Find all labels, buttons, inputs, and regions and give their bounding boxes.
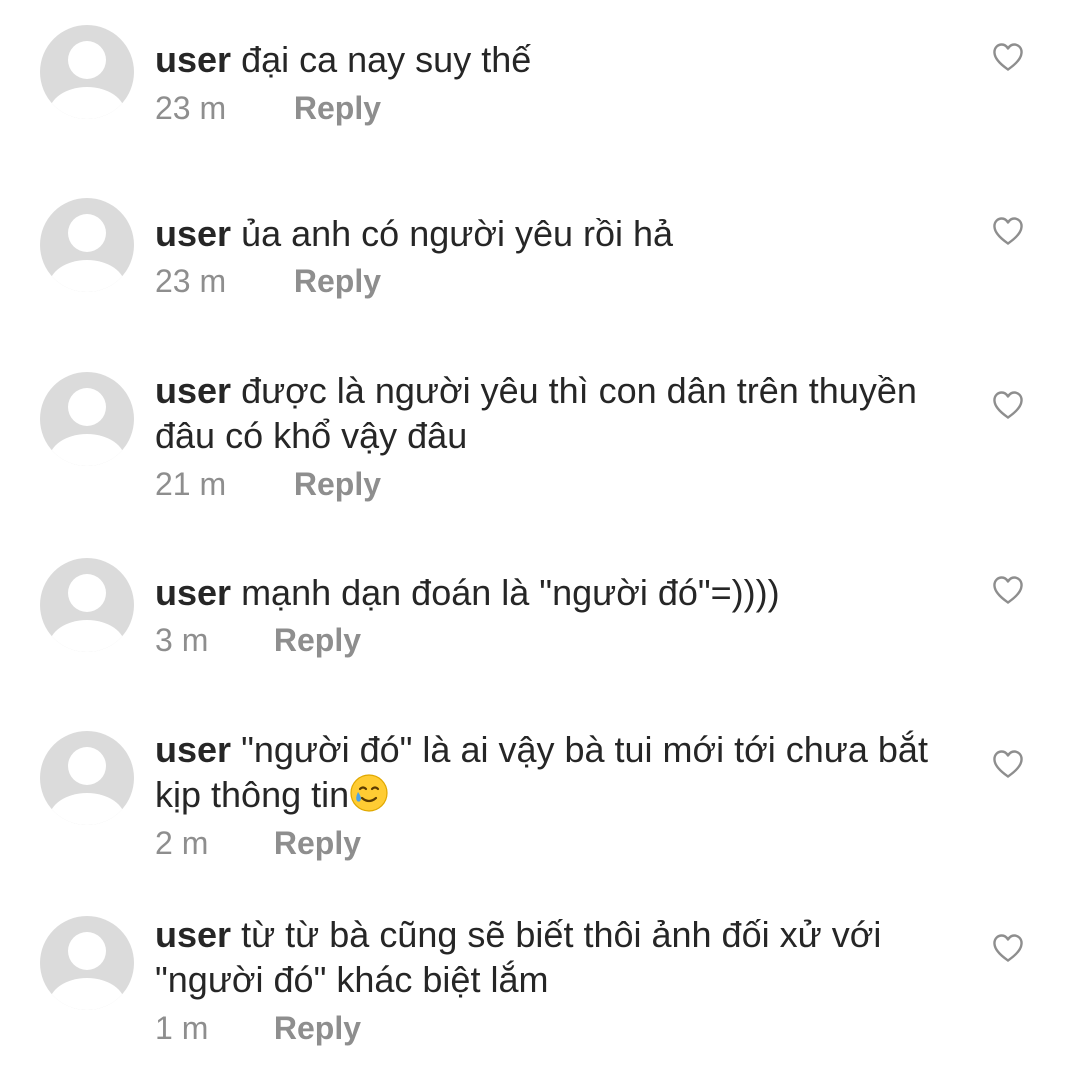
comment-meta: 1 m Reply bbox=[155, 1008, 361, 1048]
comment-username[interactable]: user bbox=[155, 39, 231, 80]
comment-meta: 3 m Reply bbox=[155, 620, 361, 660]
avatar[interactable] bbox=[40, 916, 134, 1010]
reply-button[interactable]: Reply bbox=[274, 620, 361, 660]
comment-meta: 23 m Reply bbox=[155, 88, 381, 128]
avatar[interactable] bbox=[40, 731, 134, 825]
like-heart-icon[interactable] bbox=[992, 575, 1024, 605]
comment-text: ủa anh có người yêu rồi hả bbox=[241, 213, 674, 254]
comment-timestamp: 3 m bbox=[155, 622, 209, 658]
avatar[interactable] bbox=[40, 198, 134, 292]
like-heart-icon[interactable] bbox=[992, 933, 1024, 963]
comment-timestamp: 23 m bbox=[155, 263, 227, 299]
comment-body: user ủa anh có người yêu rồi hả bbox=[155, 211, 945, 256]
comment-meta: 23 m Reply bbox=[155, 261, 381, 301]
comment-body: user mạnh dạn đoán là "người đó"=)))) bbox=[155, 570, 945, 615]
comment-text: mạnh dạn đoán là "người đó"=)))) bbox=[241, 572, 780, 613]
comment-username[interactable]: user bbox=[155, 213, 231, 254]
comment-meta: 2 m Reply bbox=[155, 823, 361, 863]
comment-username[interactable]: user bbox=[155, 572, 231, 613]
like-heart-icon[interactable] bbox=[992, 42, 1024, 72]
avatar[interactable] bbox=[40, 372, 134, 466]
reply-button[interactable]: Reply bbox=[294, 88, 381, 128]
comment-username[interactable]: user bbox=[155, 914, 231, 955]
reply-button[interactable]: Reply bbox=[294, 464, 381, 504]
comment-text: đại ca nay suy thế bbox=[241, 39, 532, 80]
smiling-face-with-tear-icon bbox=[349, 773, 389, 813]
like-heart-icon[interactable] bbox=[992, 390, 1024, 420]
comment-body: user từ từ bà cũng sẽ biết thôi ảnh đối … bbox=[155, 912, 945, 1002]
like-heart-icon[interactable] bbox=[992, 749, 1024, 779]
like-heart-icon[interactable] bbox=[992, 216, 1024, 246]
comment-text: "người đó" là ai vậy bà tui mới tới chưa… bbox=[155, 729, 928, 815]
reply-button[interactable]: Reply bbox=[274, 823, 361, 863]
avatar[interactable] bbox=[40, 558, 134, 652]
comment-text: được là người yêu thì con dân trên thuyề… bbox=[155, 370, 917, 456]
comment-meta: 21 m Reply bbox=[155, 464, 381, 504]
comment-body: user đại ca nay suy thế bbox=[155, 37, 945, 82]
comment-body: user được là người yêu thì con dân trên … bbox=[155, 368, 945, 458]
comment-timestamp: 2 m bbox=[155, 825, 209, 861]
comment-username[interactable]: user bbox=[155, 370, 231, 411]
avatar[interactable] bbox=[40, 25, 134, 119]
comment-timestamp: 23 m bbox=[155, 90, 227, 126]
comment-text: từ từ bà cũng sẽ biết thôi ảnh đối xử vớ… bbox=[155, 914, 882, 1000]
comment-body: user "người đó" là ai vậy bà tui mới tới… bbox=[155, 727, 945, 817]
reply-button[interactable]: Reply bbox=[294, 261, 381, 301]
comment-username[interactable]: user bbox=[155, 729, 231, 770]
comment-timestamp: 21 m bbox=[155, 466, 227, 502]
reply-button[interactable]: Reply bbox=[274, 1008, 361, 1048]
comment-timestamp: 1 m bbox=[155, 1010, 209, 1046]
